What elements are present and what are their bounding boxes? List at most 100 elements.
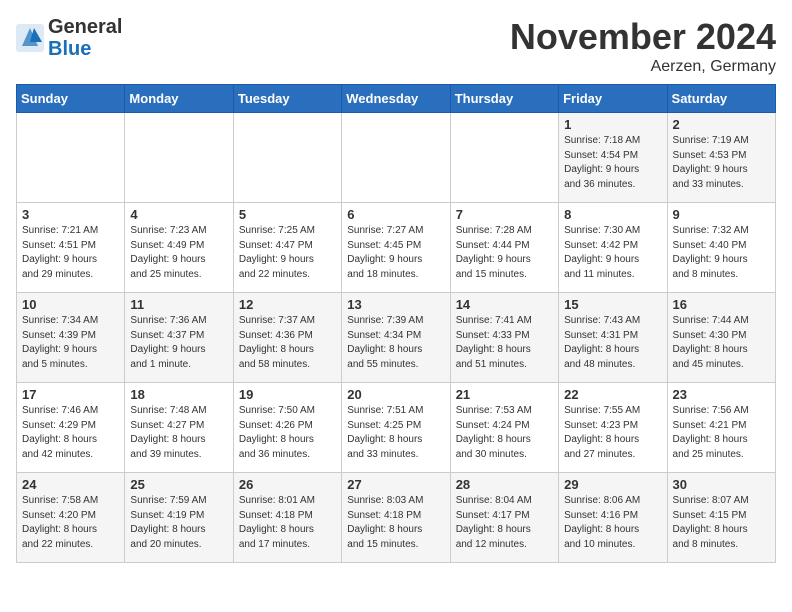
day-number: 20	[347, 387, 444, 402]
calendar-cell: 24 Sunrise: 7:58 AM Sunset: 4:20 PM Dayli…	[17, 473, 125, 563]
day-info: Sunrise: 7:32 AM Sunset: 4:40 PM Dayligh…	[673, 224, 770, 282]
day-info: Sunrise: 7:56 AM Sunset: 4:21 PM Dayligh…	[673, 404, 770, 462]
day-info: Sunrise: 7:25 AM Sunset: 4:47 PM Dayligh…	[239, 224, 336, 282]
weekday-header-thursday: Thursday	[450, 85, 558, 113]
day-info: Sunrise: 7:48 AM Sunset: 4:27 PM Dayligh…	[130, 404, 227, 462]
day-info: Sunrise: 7:59 AM Sunset: 4:19 PM Dayligh…	[130, 494, 227, 552]
calendar-cell: 7Sunrise: 7:28 AM Sunset: 4:44 PM Daylig…	[450, 203, 558, 293]
day-number: 1	[564, 117, 661, 132]
calendar-cell: 15 Sunrise: 7:43 AM Sunset: 4:31 PM Dayli…	[559, 293, 667, 383]
weekday-header-tuesday: Tuesday	[233, 85, 341, 113]
calendar-cell: 25 Sunrise: 7:59 AM Sunset: 4:19 PM Dayli…	[125, 473, 233, 563]
calendar-cell: 10Sunrise: 7:34 AM Sunset: 4:39 PM Dayli…	[17, 293, 125, 383]
day-info: Sunrise: 7:41 AM Sunset: 4:33 PM Dayligh…	[456, 314, 553, 372]
calendar-cell: 22 Sunrise: 7:55 AM Sunset: 4:23 PM Dayli…	[559, 383, 667, 473]
calendar-cell: 19Sunrise: 7:50 AM Sunset: 4:26 PM Dayli…	[233, 383, 341, 473]
day-number: 24	[22, 477, 119, 492]
logo-text: General Blue	[48, 16, 122, 60]
calendar-cell: 1 Sunrise: 7:18 AM Sunset: 4:54 PM Daylig…	[559, 113, 667, 203]
day-info: Sunrise: 7:21 AM Sunset: 4:51 PM Dayligh…	[22, 224, 119, 282]
month-title: November 2024	[510, 16, 776, 58]
location: Aerzen, Germany	[510, 58, 776, 76]
day-info: Sunrise: 7:55 AM Sunset: 4:23 PM Dayligh…	[564, 404, 661, 462]
week-row-4: 24 Sunrise: 7:58 AM Sunset: 4:20 PM Dayli…	[17, 473, 776, 563]
day-number: 29	[564, 477, 661, 492]
day-number: 15	[564, 297, 661, 312]
day-number: 14	[456, 297, 553, 312]
day-number: 22	[564, 387, 661, 402]
day-number: 21	[456, 387, 553, 402]
calendar-cell: 14 Sunrise: 7:41 AM Sunset: 4:33 PM Dayli…	[450, 293, 558, 383]
day-number: 17	[22, 387, 119, 402]
calendar-cell: 27 Sunrise: 8:03 AM Sunset: 4:18 PM Dayli…	[342, 473, 450, 563]
calendar-cell: 2Sunrise: 7:19 AM Sunset: 4:53 PM Daylig…	[667, 113, 775, 203]
calendar-cell: 23 Sunrise: 7:56 AM Sunset: 4:21 PM Dayli…	[667, 383, 775, 473]
day-number: 26	[239, 477, 336, 492]
day-number: 8	[564, 207, 661, 222]
day-info: Sunrise: 7:46 AM Sunset: 4:29 PM Dayligh…	[22, 404, 119, 462]
day-number: 12	[239, 297, 336, 312]
weekday-header-row: SundayMondayTuesdayWednesdayThursdayFrid…	[17, 85, 776, 113]
day-info: Sunrise: 8:04 AM Sunset: 4:17 PM Dayligh…	[456, 494, 553, 552]
week-row-1: 3 Sunrise: 7:21 AM Sunset: 4:51 PM Daylig…	[17, 203, 776, 293]
calendar-cell: 12 Sunrise: 7:37 AM Sunset: 4:36 PM Dayli…	[233, 293, 341, 383]
calendar-cell	[233, 113, 341, 203]
day-info: Sunrise: 7:39 AM Sunset: 4:34 PM Dayligh…	[347, 314, 444, 372]
day-number: 10	[22, 297, 119, 312]
calendar-cell: 11 Sunrise: 7:36 AM Sunset: 4:37 PM Dayli…	[125, 293, 233, 383]
day-number: 7	[456, 207, 553, 222]
day-number: 18	[130, 387, 227, 402]
day-info: Sunrise: 7:18 AM Sunset: 4:54 PM Dayligh…	[564, 134, 661, 192]
calendar-cell: 26 Sunrise: 8:01 AM Sunset: 4:18 PM Dayli…	[233, 473, 341, 563]
day-info: Sunrise: 7:43 AM Sunset: 4:31 PM Dayligh…	[564, 314, 661, 372]
calendar-cell: 29 Sunrise: 8:06 AM Sunset: 4:16 PM Dayli…	[559, 473, 667, 563]
calendar-cell	[17, 113, 125, 203]
weekday-header-sunday: Sunday	[17, 85, 125, 113]
calendar-cell: 16 Sunrise: 7:44 AM Sunset: 4:30 PM Dayli…	[667, 293, 775, 383]
week-row-0: 1 Sunrise: 7:18 AM Sunset: 4:54 PM Daylig…	[17, 113, 776, 203]
day-number: 6	[347, 207, 444, 222]
weekday-header-saturday: Saturday	[667, 85, 775, 113]
day-number: 19	[239, 387, 336, 402]
weekday-header-wednesday: Wednesday	[342, 85, 450, 113]
logo: General Blue	[16, 16, 122, 60]
day-number: 4	[130, 207, 227, 222]
calendar-cell: 30 Sunrise: 8:07 AM Sunset: 4:15 PM Dayli…	[667, 473, 775, 563]
day-number: 13	[347, 297, 444, 312]
calendar-cell: 9Sunrise: 7:32 AM Sunset: 4:40 PM Daylig…	[667, 203, 775, 293]
day-info: Sunrise: 7:36 AM Sunset: 4:37 PM Dayligh…	[130, 314, 227, 372]
calendar-cell: 28 Sunrise: 8:04 AM Sunset: 4:17 PM Dayli…	[450, 473, 558, 563]
day-info: Sunrise: 7:44 AM Sunset: 4:30 PM Dayligh…	[673, 314, 770, 372]
page-header: General Blue November 2024 Aerzen, Germa…	[16, 16, 776, 76]
week-row-3: 17 Sunrise: 7:46 AM Sunset: 4:29 PM Dayli…	[17, 383, 776, 473]
day-number: 30	[673, 477, 770, 492]
calendar-cell: 13 Sunrise: 7:39 AM Sunset: 4:34 PM Dayli…	[342, 293, 450, 383]
calendar-cell: 18 Sunrise: 7:48 AM Sunset: 4:27 PM Dayli…	[125, 383, 233, 473]
day-number: 3	[22, 207, 119, 222]
day-info: Sunrise: 8:01 AM Sunset: 4:18 PM Dayligh…	[239, 494, 336, 552]
calendar-cell: 5Sunrise: 7:25 AM Sunset: 4:47 PM Daylig…	[233, 203, 341, 293]
weekday-header-friday: Friday	[559, 85, 667, 113]
day-info: Sunrise: 8:06 AM Sunset: 4:16 PM Dayligh…	[564, 494, 661, 552]
day-number: 16	[673, 297, 770, 312]
calendar-cell: 21Sunrise: 7:53 AM Sunset: 4:24 PM Dayli…	[450, 383, 558, 473]
weekday-header-monday: Monday	[125, 85, 233, 113]
calendar-cell: 17 Sunrise: 7:46 AM Sunset: 4:29 PM Dayli…	[17, 383, 125, 473]
calendar-cell: 20Sunrise: 7:51 AM Sunset: 4:25 PM Dayli…	[342, 383, 450, 473]
day-number: 11	[130, 297, 227, 312]
logo-general: General	[48, 16, 122, 38]
day-number: 23	[673, 387, 770, 402]
day-info: Sunrise: 8:03 AM Sunset: 4:18 PM Dayligh…	[347, 494, 444, 552]
day-info: Sunrise: 7:58 AM Sunset: 4:20 PM Dayligh…	[22, 494, 119, 552]
day-info: Sunrise: 7:37 AM Sunset: 4:36 PM Dayligh…	[239, 314, 336, 372]
calendar-cell: 3 Sunrise: 7:21 AM Sunset: 4:51 PM Daylig…	[17, 203, 125, 293]
calendar-cell	[450, 113, 558, 203]
calendar-cell: 8Sunrise: 7:30 AM Sunset: 4:42 PM Daylig…	[559, 203, 667, 293]
day-number: 28	[456, 477, 553, 492]
day-info: Sunrise: 8:07 AM Sunset: 4:15 PM Dayligh…	[673, 494, 770, 552]
week-row-2: 10Sunrise: 7:34 AM Sunset: 4:39 PM Dayli…	[17, 293, 776, 383]
calendar-cell	[125, 113, 233, 203]
day-number: 25	[130, 477, 227, 492]
day-number: 27	[347, 477, 444, 492]
calendar-cell: 4Sunrise: 7:23 AM Sunset: 4:49 PM Daylig…	[125, 203, 233, 293]
